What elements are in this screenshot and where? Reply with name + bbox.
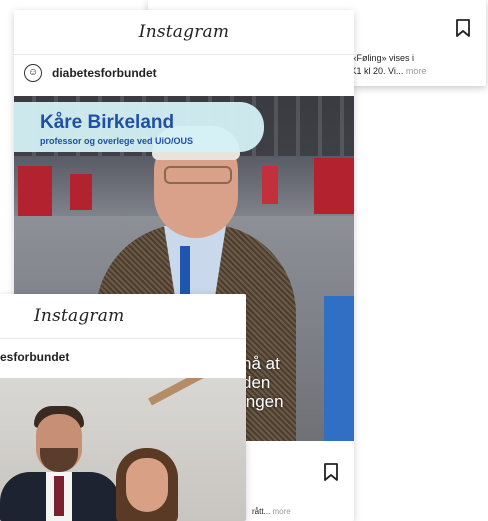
caption-line-1: n «Føling» vises i [344, 53, 415, 63]
account-avatar-icon[interactable]: ☺ [24, 64, 42, 82]
booth [262, 166, 278, 204]
instagram-logo: Instagram [138, 22, 230, 42]
bookmark-icon[interactable] [322, 462, 340, 482]
man-tie [54, 476, 64, 516]
subtitle-line: ingen [242, 392, 284, 411]
instagram-post-card-front: Instagram esforbundet [0, 294, 246, 521]
booth [18, 166, 52, 216]
instagram-logo: Instagram [34, 306, 125, 326]
speaker-role: professor og overlege ved UiO/OUS [40, 136, 194, 146]
booth [70, 174, 92, 210]
more-link[interactable]: more [272, 507, 290, 516]
video-subtitle: nå at den ingen [242, 354, 284, 411]
more-link[interactable]: more [406, 66, 427, 76]
post-caption: rått... more [252, 506, 291, 517]
background-sculpture [148, 378, 246, 406]
post-caption: n «Føling» vises i RK1 kl 20. Vi... more [344, 52, 474, 77]
woman-face [126, 458, 168, 512]
post-photo[interactable] [0, 378, 246, 521]
account-row[interactable]: ☺ diabetesforbundet [14, 55, 354, 91]
subtitle-line: den [242, 373, 271, 392]
account-name[interactable]: esforbundet [0, 350, 69, 364]
bookmark-icon[interactable] [454, 18, 472, 38]
subtitle-line: nå at [242, 354, 280, 373]
account-row[interactable]: esforbundet [0, 339, 246, 375]
name-banner: Kåre Birkeland professor og overlege ved… [14, 102, 264, 152]
glasses [164, 166, 232, 184]
caption-text: rått... [252, 507, 271, 516]
booth [314, 158, 354, 214]
app-header: Instagram [14, 10, 354, 55]
app-header: Instagram [0, 294, 246, 339]
speaker-name: Kåre Birkeland [40, 112, 175, 133]
blue-panel [324, 296, 354, 441]
account-name[interactable]: diabetesforbundet [52, 66, 157, 80]
